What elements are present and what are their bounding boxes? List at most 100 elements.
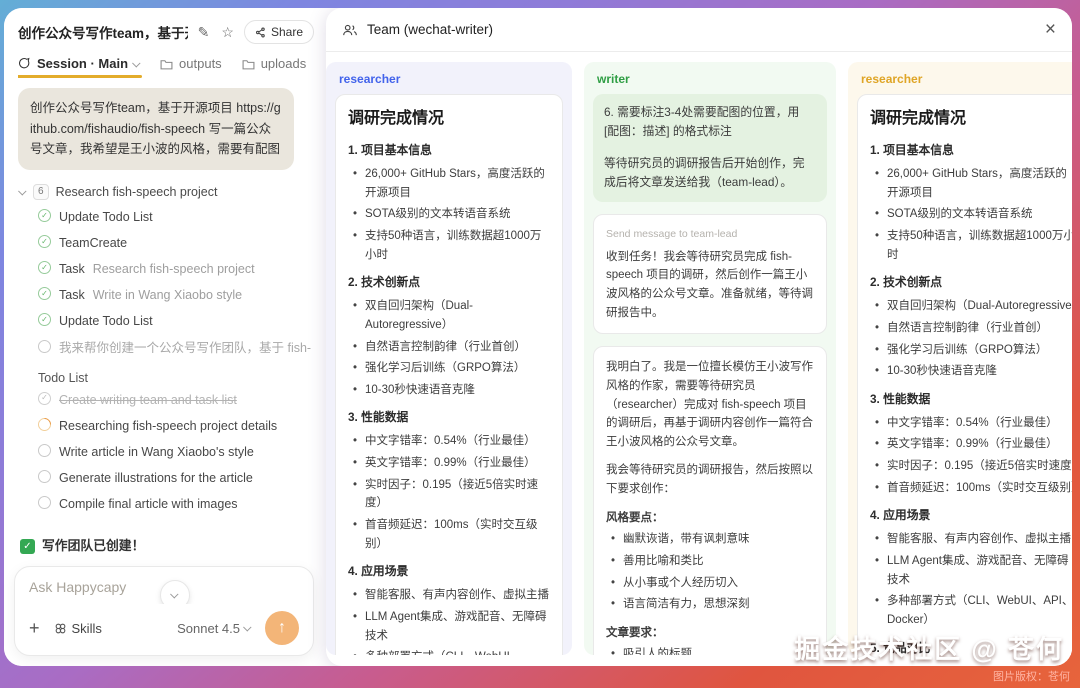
style-bullet: 语言简洁有力，思想深刻 <box>606 595 814 614</box>
bubble-paragraph: 6. 需要标注3-4处需要配图的位置，用 [配图：描述] 的格式标注 <box>604 103 816 142</box>
report-bullet: 双自回归架构（Dual-Autoregressive） <box>870 297 1072 316</box>
task-group-title: Research fish-speech project <box>56 185 218 199</box>
task-detail: Write in Wang Xiaobo style <box>93 286 242 304</box>
report-bullet: 10-30秒快速语音克隆 <box>348 381 550 400</box>
tab-uploads[interactable]: uploads <box>242 56 307 78</box>
task-group-header[interactable]: 6 Research fish-speech project <box>20 184 314 200</box>
attach-button[interactable]: + <box>29 619 40 637</box>
report-bullet: 强化学习后训练（GRPO算法） <box>870 341 1072 360</box>
report-bullet: 自然语言控制韵律（行业首创） <box>870 319 1072 338</box>
skills-button[interactable]: Skills <box>54 621 102 636</box>
writer-plan-card: 我明白了。我是一位擅长模仿王小波写作风格的作家，需要等待研究员（research… <box>593 346 827 655</box>
report-bullet: 10-30秒快速语音克隆 <box>870 362 1072 381</box>
article-bullet: 吸引人的标题 <box>606 645 814 655</box>
article-heading: 文章要求： <box>606 624 814 643</box>
agent-columns-row[interactable]: researcher 调研完成情况 1. 项目基本信息 26,000+ GitH… <box>326 52 1072 665</box>
todo-label-text: Create writing team and task list <box>59 391 237 409</box>
style-bullet: 从小事或个人经历切入 <box>606 574 814 593</box>
task-count-badge: 6 <box>33 184 49 200</box>
share-icon <box>255 27 266 38</box>
edit-title-icon[interactable]: ✎ <box>196 23 212 41</box>
session-title: 创作公众号写作team，基于开源项目h... <box>18 22 188 42</box>
report-bullet: 26,000+ GitHub Stars，高度活跃的开源项目 <box>348 165 550 202</box>
send-message-meta: Send message to team-lead <box>606 226 814 243</box>
report-bullet: 中文字错率：0.54%（行业最佳） <box>870 414 1072 433</box>
team-panel: Team (wechat-writer) × researcher 调研完成情况… <box>326 8 1072 666</box>
report-bullet: LLM Agent集成、游戏配音、无障碍技术 <box>348 608 550 645</box>
report-bullet: 实时因子：0.195（接近5倍实时速度） <box>870 457 1072 476</box>
todo-label-text: Compile final article with images <box>59 495 238 513</box>
writer-task-bubble: 6. 需要标注3-4处需要配图的位置，用 [配图：描述] 的格式标注 等待研究员… <box>593 94 827 202</box>
report-title: 调研完成情况 <box>870 106 1072 132</box>
share-button[interactable]: Share <box>244 20 314 44</box>
report-bullet: 智能客服、有声内容创作、虚拟主播 <box>870 530 1072 549</box>
chevron-down-icon <box>170 590 178 598</box>
reply-text: 收到任务！我会等待研究员完成 fish-speech 项目的调研，然后创作一篇王… <box>606 248 814 323</box>
session-message-area[interactable]: 创作公众号写作team，基于开源项目 https://github.com/fi… <box>18 88 314 604</box>
researcher-report-card: 调研完成情况 1. 项目基本信息 26,000+ GitHub Stars，高度… <box>335 94 563 655</box>
skills-label: Skills <box>72 621 102 636</box>
agent-label: researcher <box>339 72 563 86</box>
task-row: ✓ TeamCreate <box>18 230 314 256</box>
report-section-heading: 4. 应用场景 <box>870 506 1072 525</box>
todo-row: ✓ Create writing team and task list <box>18 387 314 413</box>
check-circle-icon: ✓ <box>38 261 51 274</box>
result-headline-text: 写作团队已创建！ <box>42 535 144 557</box>
style-bullet: 幽默诙谐，带有讽刺意味 <box>606 530 814 549</box>
agent-column-researcher-2[interactable]: researcher 调研完成情况 1. 项目基本信息 26,000+ GitH… <box>848 62 1072 655</box>
style-bullet: 善用比喻和类比 <box>606 552 814 571</box>
agent-column-writer[interactable]: writer 6. 需要标注3-4处需要配图的位置，用 [配图：描述] 的格式标… <box>584 62 836 655</box>
team-icon <box>342 23 358 37</box>
green-check-icon: ✓ <box>20 539 35 554</box>
session-tabs: Session · Main outputs uploads claude.md <box>18 56 314 78</box>
task-row: ✓ Task Write in Wang Xiaobo style <box>18 282 314 308</box>
style-heading: 风格要点： <box>606 509 814 528</box>
share-label: Share <box>271 25 303 39</box>
team-panel-header: Team (wechat-writer) × <box>326 8 1072 52</box>
task-label: Task <box>59 286 85 304</box>
composer-toolbar: + Skills Sonnet 4.5 ↑ <box>29 611 299 645</box>
scroll-to-bottom-button[interactable] <box>160 580 190 604</box>
agent-label: writer <box>597 72 827 86</box>
todo-row: Write article in Wang Xiaobo's style <box>18 439 314 465</box>
close-icon[interactable]: × <box>1045 19 1056 41</box>
check-circle-icon: ✓ <box>38 209 51 222</box>
task-label: Update Todo List <box>59 312 153 330</box>
agent-label: researcher <box>861 72 1072 86</box>
chat-bubble-icon <box>18 57 31 70</box>
task-row: 我来帮你创建一个公众号写作团队，基于 fish-speech 项目创作王... <box>18 335 314 361</box>
report-section-heading: 1. 项目基本信息 <box>870 141 1072 160</box>
report-bullet: 26,000+ GitHub Stars，高度活跃的开源项目 <box>870 165 1072 202</box>
researcher-report-card: 调研完成情况 1. 项目基本信息 26,000+ GitHub Stars，高度… <box>857 94 1072 655</box>
skills-icon <box>54 622 67 635</box>
check-circle-icon: ✓ <box>38 313 51 326</box>
composer: + Skills Sonnet 4.5 ↑ <box>14 566 314 656</box>
folder-icon <box>160 58 173 70</box>
report-bullet: 首音频延迟：100ms（实时交互级别） <box>348 516 550 553</box>
send-button[interactable]: ↑ <box>265 611 299 645</box>
agent-column-researcher-1[interactable]: researcher 调研完成情况 1. 项目基本信息 26,000+ GitH… <box>326 62 572 655</box>
tab-label: uploads <box>261 56 307 71</box>
tab-outputs[interactable]: outputs <box>160 56 222 78</box>
folder-icon <box>242 58 255 70</box>
report-bullet: 多种部署方式（CLI、WebUI、API、Docker） <box>870 592 1072 629</box>
report-title: 调研完成情况 <box>348 106 550 132</box>
copyright-text: 图片版权：苍何 <box>993 668 1070 684</box>
check-circle-icon: ✓ <box>38 235 51 248</box>
report-bullet: SOTA级别的文本转语音系统 <box>348 205 550 224</box>
session-sidebar: 创作公众号写作team，基于开源项目h... ✎ ☆ Share Session… <box>4 8 322 666</box>
model-selector[interactable]: Sonnet 4.5 <box>177 621 251 636</box>
report-section-heading: 3. 性能数据 <box>870 390 1072 409</box>
report-bullet: 首音频延迟：100ms（实时交互级别） <box>870 479 1072 498</box>
report-bullet: 英文字错率：0.99%（行业最佳） <box>348 454 550 473</box>
task-label: Task <box>59 260 85 278</box>
tab-label: outputs <box>179 56 222 71</box>
task-row: ✓ Update Todo List <box>18 308 314 334</box>
star-icon[interactable]: ☆ <box>219 23 236 41</box>
check-circle-icon: ✓ <box>38 287 51 300</box>
tab-session-main[interactable]: Session · Main <box>18 56 140 78</box>
report-bullet: 支持50种语言，训练数据超1000万小时 <box>348 227 550 264</box>
task-detail: Research fish-speech project <box>93 260 255 278</box>
task-row: ✓ Task Research fish-speech project <box>18 256 314 282</box>
report-bullet: 自然语言控制韵律（行业首创） <box>348 338 550 357</box>
